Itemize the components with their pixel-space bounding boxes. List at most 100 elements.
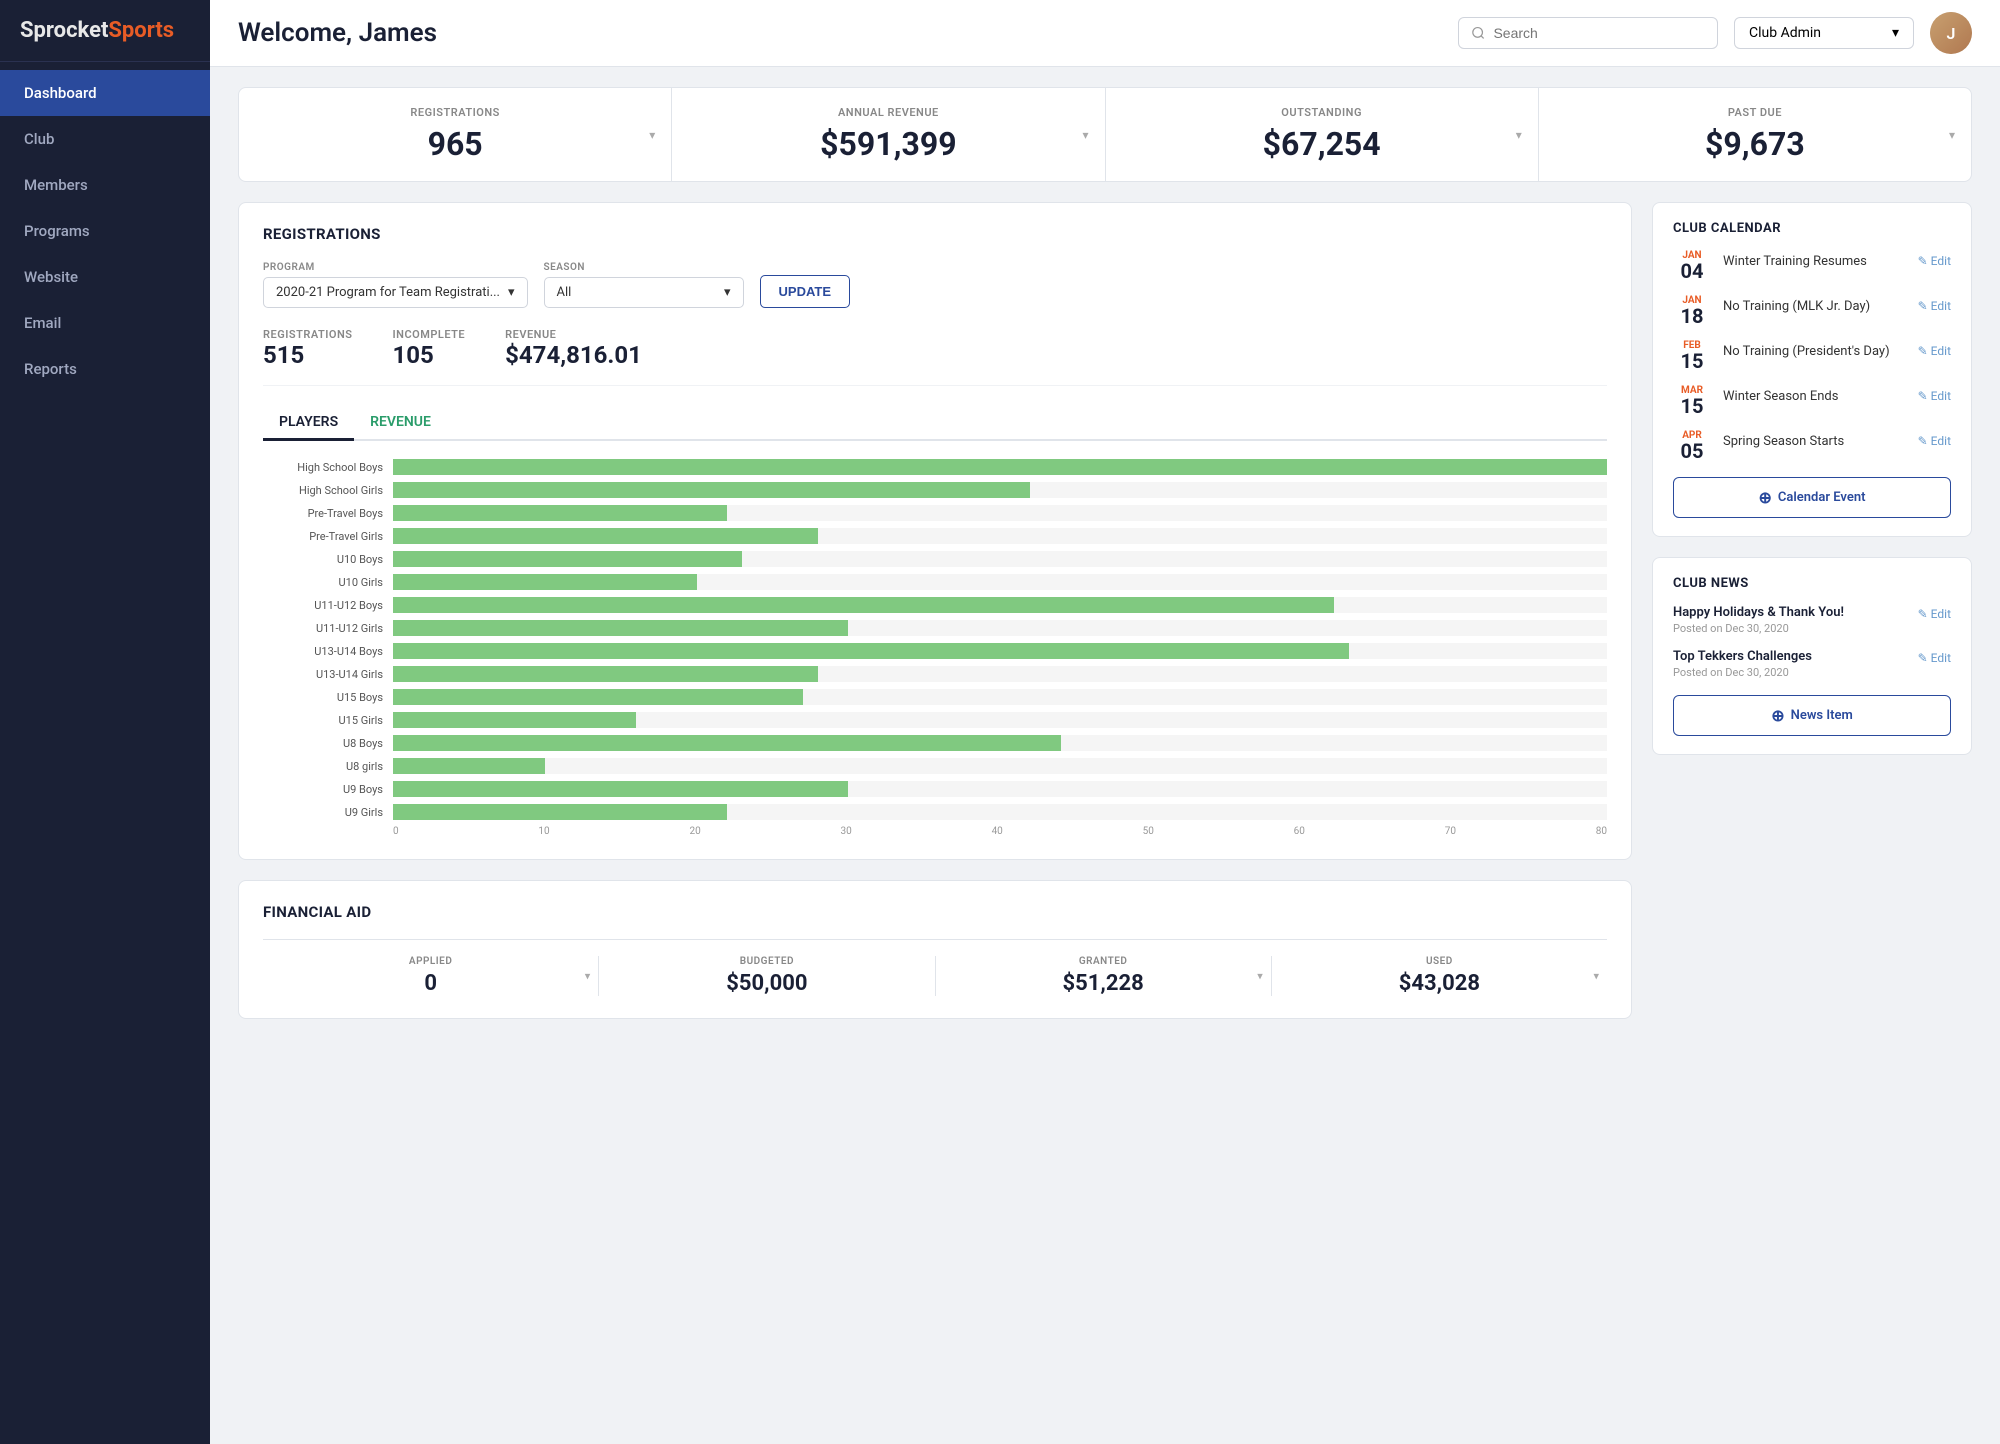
cal-event-name: No Training (President's Day) [1723,340,1906,359]
tab-players[interactable]: PLAYERS [263,406,354,441]
cal-edit-button[interactable]: ✎ Edit [1918,385,1951,403]
fa-applied-label: APPLIED [409,956,452,967]
cal-edit-button[interactable]: ✎ Edit [1918,340,1951,358]
fa-applied-value: 0 [424,971,437,996]
axis-labels: 0 10 20 30 40 50 60 70 80 [393,826,1607,837]
sidebar-item-members[interactable]: Members [0,162,210,208]
plus-icon: ⊕ [1759,488,1772,507]
search-box[interactable] [1458,17,1718,49]
cal-event-name: Spring Season Starts [1723,430,1906,449]
fa-applied: APPLIED 0 ▾ [263,956,599,996]
bar-label: U13-U14 Girls [263,668,383,681]
bar-label: U10 Boys [263,553,383,566]
bar-label: U9 Boys [263,783,383,796]
bar-track [393,482,1607,498]
chevron-down-icon: ▾ [1892,25,1899,41]
bar-fill [393,712,636,728]
cal-edit-button[interactable]: ✎ Edit [1918,430,1951,448]
tab-revenue[interactable]: REVENUE [354,406,447,441]
bar-track [393,758,1607,774]
news-item-content: Top Tekkers Challenges Posted on Dec 30,… [1673,649,1908,679]
mini-reg-value: 515 [263,341,353,369]
bar-fill [393,781,848,797]
news-item-content: Happy Holidays & Thank You! Posted on De… [1673,605,1908,635]
chevron-down-icon[interactable]: ▾ [585,970,591,983]
financial-aid-title: FINANCIAL AID [263,903,1607,921]
mini-rev-label: REVENUE [505,328,642,341]
logo-part1: Sprocket [20,18,108,43]
chevron-down-icon[interactable]: ▾ [1082,128,1088,142]
bar-label: U15 Girls [263,714,383,727]
program-select[interactable]: 2020-21 Program for Team Registrati... ▾ [263,277,528,308]
add-calendar-event-button[interactable]: ⊕ Calendar Event [1673,477,1951,518]
sidebar-item-email[interactable]: Email [0,300,210,346]
add-event-label: Calendar Event [1778,490,1866,505]
chevron-down-icon[interactable]: ▾ [1949,128,1955,142]
stat-outstanding-label: OUTSTANDING [1281,106,1362,119]
registrations-title: REGISTRATIONS [263,225,1607,243]
sidebar-item-club[interactable]: Club [0,116,210,162]
search-input[interactable] [1493,25,1705,41]
chevron-down-icon[interactable]: ▾ [1593,970,1599,983]
cal-date: FEB 15 [1673,340,1711,371]
mini-reg-label: REGISTRATIONS [263,328,353,341]
cal-day: 15 [1681,396,1704,416]
cal-date: JAN 04 [1673,250,1711,281]
bar-label: Pre-Travel Boys [263,507,383,520]
chevron-down-icon[interactable]: ▾ [1257,970,1263,983]
bar-track [393,781,1607,797]
sidebar-item-website[interactable]: Website [0,254,210,300]
cal-edit-button[interactable]: ✎ Edit [1918,295,1951,313]
cal-date: JAN 18 [1673,295,1711,326]
user-avatar-image: J [1930,12,1972,54]
program-select-value: 2020-21 Program for Team Registrati... [276,285,500,300]
bar-fill [393,758,545,774]
bar-row: U8 Boys [263,735,1607,751]
bar-track [393,804,1607,820]
bar-label: U8 girls [263,760,383,773]
bar-track [393,574,1607,590]
role-dropdown[interactable]: Club Admin ▾ [1734,17,1914,49]
page-title: Welcome, James [238,18,1442,48]
news-items-list: Happy Holidays & Thank You! Posted on De… [1673,605,1951,679]
bar-label: High School Girls [263,484,383,497]
bar-fill [393,620,848,636]
update-button[interactable]: UPDATE [760,275,850,308]
sidebar-item-reports[interactable]: Reports [0,346,210,392]
news-item: Happy Holidays & Thank You! Posted on De… [1673,605,1951,635]
bar-row: High School Boys [263,459,1607,475]
season-filter-group: SEASON All ▾ [544,262,744,308]
main-area: Welcome, James Club Admin ▾ J REGISTRATI… [210,0,2000,1444]
bar-track [393,666,1607,682]
news-item-title: Top Tekkers Challenges [1673,649,1908,664]
bar-fill [393,643,1349,659]
bar-label: U8 Boys [263,737,383,750]
bar-fill [393,574,697,590]
bar-fill [393,735,1061,751]
season-select[interactable]: All ▾ [544,277,744,308]
right-column: CLUB CALENDAR JAN 04 Winter Training Res… [1652,202,1972,1424]
mini-stat-registrations: REGISTRATIONS 515 [263,328,353,369]
news-edit-button[interactable]: ✎ Edit [1918,605,1951,621]
chevron-down-icon[interactable]: ▾ [649,128,655,142]
stat-revenue-label: ANNUAL REVENUE [838,106,939,119]
news-edit-button[interactable]: ✎ Edit [1918,649,1951,665]
cal-edit-button[interactable]: ✎ Edit [1918,250,1951,268]
chevron-down-icon[interactable]: ▾ [1516,128,1522,142]
season-select-value: All [557,285,572,300]
stat-revenue: ANNUAL REVENUE $591,399 ▾ [672,88,1105,181]
mini-stat-revenue: REVENUE $474,816.01 [505,328,642,369]
sidebar-item-programs[interactable]: Programs [0,208,210,254]
chart-axis: 0 10 20 30 40 50 60 70 80 [393,826,1607,837]
app-logo: SprocketSports [0,0,210,62]
cal-day: 04 [1681,261,1704,281]
add-news-item-button[interactable]: ⊕ News Item [1673,695,1951,736]
season-filter-label: SEASON [544,262,744,273]
bar-label: High School Boys [263,461,383,474]
bar-row: U13-U14 Girls [263,666,1607,682]
sidebar-item-dashboard[interactable]: Dashboard [0,70,210,116]
filters-row: PROGRAM 2020-21 Program for Team Registr… [263,261,1607,308]
stat-pastdue-value: $9,673 [1705,125,1805,163]
mini-stats-row: REGISTRATIONS 515 INCOMPLETE 105 REVENUE… [263,328,1607,386]
stat-outstanding: OUTSTANDING $67,254 ▾ [1106,88,1539,181]
